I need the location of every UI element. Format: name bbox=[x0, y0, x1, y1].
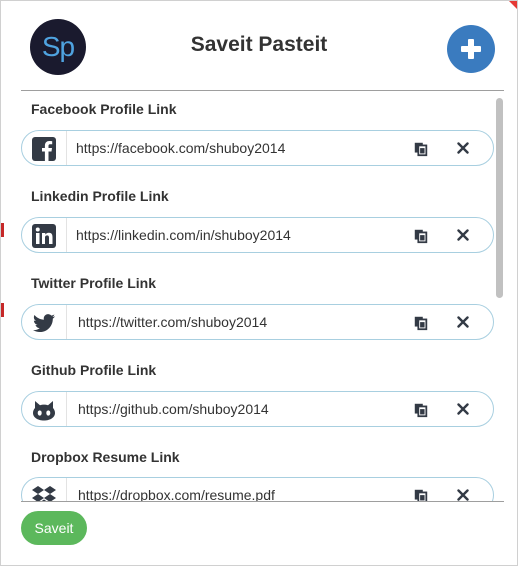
field-input-twitter[interactable]: https://twitter.com/shuboy2014 bbox=[21, 304, 494, 340]
saveit-button[interactable]: Saveit bbox=[21, 511, 87, 545]
window-corner-marker bbox=[509, 1, 517, 9]
copy-icon[interactable] bbox=[412, 314, 430, 332]
link-field-list: Facebook Profile Link https://facebook.c… bbox=[21, 91, 504, 501]
field-divider bbox=[66, 305, 67, 339]
copy-icon[interactable] bbox=[412, 227, 430, 245]
field-label: Twitter Profile Link bbox=[31, 275, 156, 291]
side-marker bbox=[1, 303, 4, 317]
field-value[interactable]: https://dropbox.com/resume.pdf bbox=[78, 487, 275, 501]
field-value[interactable]: https://linkedin.com/in/shuboy2014 bbox=[76, 227, 291, 243]
field-input-linkedin[interactable]: https://linkedin.com/in/shuboy2014 bbox=[21, 217, 494, 253]
twitter-icon bbox=[31, 310, 57, 336]
extension-popup: Sp Saveit Pasteit Facebook Profile Link … bbox=[0, 0, 518, 566]
field-label: Github Profile Link bbox=[31, 362, 157, 378]
copy-icon[interactable] bbox=[412, 401, 430, 419]
facebook-icon bbox=[31, 136, 57, 162]
footer-divider bbox=[21, 501, 504, 502]
side-marker bbox=[1, 223, 4, 237]
close-icon[interactable] bbox=[455, 140, 471, 156]
field-input-dropbox[interactable]: https://dropbox.com/resume.pdf bbox=[21, 477, 494, 501]
close-icon[interactable] bbox=[455, 487, 471, 501]
close-icon[interactable] bbox=[455, 314, 471, 330]
field-label: Linkedin Profile Link bbox=[31, 188, 169, 204]
field-divider bbox=[66, 131, 67, 165]
github-icon bbox=[31, 397, 57, 423]
field-value[interactable]: https://twitter.com/shuboy2014 bbox=[78, 314, 267, 330]
field-divider bbox=[66, 392, 67, 426]
field-input-github[interactable]: https://github.com/shuboy2014 bbox=[21, 391, 494, 427]
plus-icon bbox=[461, 39, 481, 59]
add-field-button[interactable] bbox=[447, 25, 495, 73]
linkedin-icon bbox=[31, 223, 57, 249]
copy-icon[interactable] bbox=[412, 140, 430, 158]
app-title: Saveit Pasteit bbox=[190, 33, 328, 56]
field-divider bbox=[66, 218, 67, 252]
field-value[interactable]: https://facebook.com/shuboy2014 bbox=[76, 140, 285, 156]
field-label: Facebook Profile Link bbox=[31, 101, 177, 117]
list-scrollbar[interactable] bbox=[496, 98, 503, 298]
field-value[interactable]: https://github.com/shuboy2014 bbox=[78, 401, 269, 417]
close-icon[interactable] bbox=[455, 227, 471, 243]
close-icon[interactable] bbox=[455, 401, 471, 417]
field-divider bbox=[66, 478, 67, 501]
dropbox-icon bbox=[31, 483, 57, 501]
field-label: Dropbox Resume Link bbox=[31, 449, 180, 465]
field-input-facebook[interactable]: https://facebook.com/shuboy2014 bbox=[21, 130, 494, 166]
copy-icon[interactable] bbox=[412, 487, 430, 501]
